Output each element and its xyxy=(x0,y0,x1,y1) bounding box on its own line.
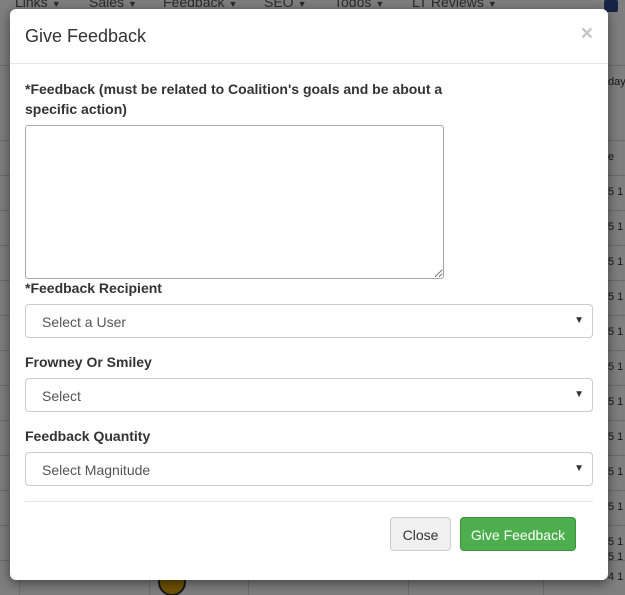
chevron-down-icon: ▼ xyxy=(574,389,584,400)
modal-footer-divider xyxy=(25,501,593,502)
feedback-recipient-label: *Feedback Recipient xyxy=(25,280,162,296)
feedback-recipient-select[interactable]: Select a User ▼ xyxy=(25,304,593,338)
feedback-textarea[interactable] xyxy=(25,125,444,279)
close-button[interactable]: Close xyxy=(390,517,451,551)
give-feedback-modal: Give Feedback × *Feedback (must be relat… xyxy=(10,9,608,580)
give-feedback-button[interactable]: Give Feedback xyxy=(460,517,576,551)
chevron-down-icon: ▼ xyxy=(574,463,584,474)
frowney-or-smiley-select[interactable]: Select ▼ xyxy=(25,378,593,412)
select-value: Select a User xyxy=(42,314,127,330)
chevron-down-icon: ▼ xyxy=(574,315,584,326)
modal-title: Give Feedback xyxy=(25,26,147,46)
feedback-quantity-label: Feedback Quantity xyxy=(25,428,151,444)
frowney-or-smiley-label: Frowney Or Smiley xyxy=(25,354,152,370)
close-icon[interactable]: × xyxy=(581,23,593,44)
feedback-label: *Feedback (must be related to Coalition'… xyxy=(25,81,443,117)
feedback-quantity-select[interactable]: Select Magnitude ▼ xyxy=(25,452,593,486)
select-value: Select xyxy=(42,388,81,404)
modal-header: Give Feedback × xyxy=(10,9,608,64)
select-value: Select Magnitude xyxy=(42,462,151,478)
